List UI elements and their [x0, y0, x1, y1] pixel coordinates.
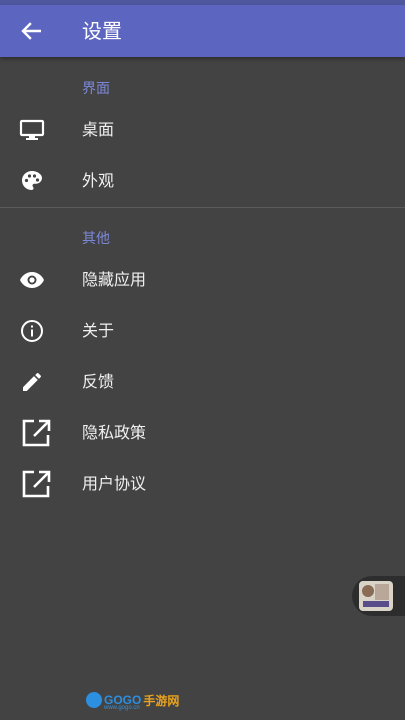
settings-item-about[interactable]: 关于 [0, 306, 405, 356]
settings-item-label: 反馈 [82, 372, 115, 391]
settings-item-desktop[interactable]: 桌面 [0, 105, 405, 155]
settings-item-user-agreement[interactable]: 用户协议 [0, 459, 405, 509]
arrow-left-icon [21, 22, 41, 40]
settings-item-label: 外观 [82, 171, 115, 190]
section-header-other: 其他 [82, 231, 110, 247]
settings-item-label: 桌面 [82, 120, 115, 139]
settings-item-label: 隐藏应用 [82, 270, 147, 289]
watermark-sub: www.gogo.cn [104, 705, 140, 711]
watermark-cn: 手游网 [143, 693, 180, 708]
settings-item-hidden-apps[interactable]: 隐藏应用 [0, 255, 405, 305]
page-title: 设置 [82, 19, 122, 43]
open-in-new-icon [20, 469, 52, 499]
watermark-logo: GOGO 手游网 www.gogo.cn [86, 690, 180, 711]
settings-item-label: 隐私政策 [82, 423, 147, 442]
pencil-icon [18, 369, 46, 395]
settings-item-label: 用户协议 [82, 474, 147, 493]
info-icon [18, 318, 46, 344]
settings-item-label: 关于 [82, 321, 115, 340]
watermark-circle-icon [86, 692, 102, 708]
eye-icon [18, 267, 46, 293]
settings-item-appearance[interactable]: 外观 [0, 156, 405, 206]
open-in-new-icon [20, 418, 52, 448]
settings-item-feedback[interactable]: 反馈 [0, 357, 405, 407]
floating-ball-widget[interactable] [352, 576, 405, 616]
app-bar: 设置 [0, 5, 405, 57]
palette-icon [18, 168, 46, 194]
section-divider [0, 207, 405, 208]
section-header-interface: 界面 [82, 81, 110, 97]
back-button[interactable] [16, 18, 46, 44]
settings-item-privacy-policy[interactable]: 隐私政策 [0, 408, 405, 458]
floating-thumbnail-image [359, 581, 393, 611]
monitor-icon [18, 117, 46, 143]
